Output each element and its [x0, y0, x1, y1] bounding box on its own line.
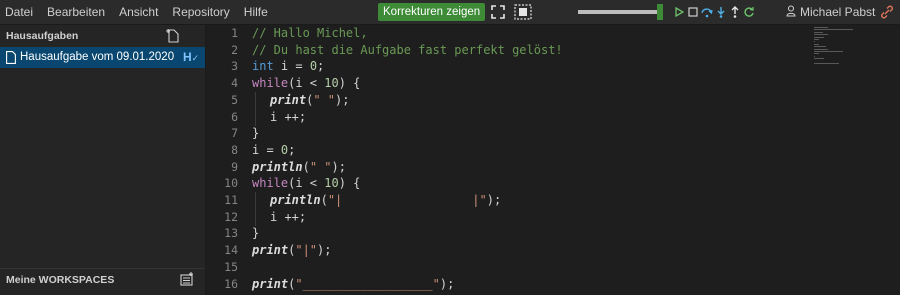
line-number: 6 — [231, 109, 238, 124]
code-text: while(i < 10) { — [252, 76, 361, 91]
code-text: println("| |"); — [252, 192, 501, 209]
code-line[interactable]: 9 println(" "); — [206, 159, 806, 176]
link-icon[interactable] — [879, 3, 895, 21]
speed-slider-fill — [578, 10, 657, 14]
code-text: i ++; — [252, 108, 306, 126]
line-number: 10 — [224, 176, 238, 191]
minimap-line — [814, 39, 819, 40]
code-line[interactable]: 13} — [206, 225, 806, 242]
homework-section-header: Hausaufgaben — [0, 25, 205, 47]
minimap-line — [814, 51, 843, 52]
stop-icon[interactable] — [687, 2, 699, 22]
line-number: 11 — [224, 193, 238, 207]
menu-ansicht[interactable]: Ansicht — [113, 5, 166, 19]
show-corrections-button[interactable]: Korrekturen zeigen — [378, 3, 486, 21]
line-number: 8 — [231, 142, 238, 157]
code-text: int i = 0; — [252, 59, 325, 74]
step-over-icon[interactable] — [701, 2, 713, 22]
code-text: print(" "); — [252, 91, 350, 109]
user-icon — [786, 4, 796, 20]
code-line[interactable]: 1 // Hallo Michel, — [206, 25, 806, 42]
menu-bearbeiten[interactable]: Bearbeiten — [41, 5, 113, 19]
code-line[interactable]: 2 // Du hast die Aufgabe fast perfekt gel… — [206, 42, 806, 59]
line-number: 16 — [224, 276, 238, 291]
line-number: 15 — [224, 259, 238, 274]
minimap-line — [814, 46, 826, 48]
minimap-line — [814, 53, 819, 55]
homework-section-title: Hausaufgaben — [6, 30, 79, 42]
line-number: 4 — [231, 76, 238, 91]
code-line[interactable]: 15 — [206, 259, 806, 276]
screen-capture-icon[interactable] — [514, 2, 532, 22]
play-icon[interactable] — [673, 2, 685, 22]
line-number: 12 — [224, 209, 238, 224]
code-text: i ++; — [252, 208, 306, 226]
menu-datei[interactable]: Datei — [0, 5, 41, 19]
line-number: 3 — [231, 59, 238, 74]
fullscreen-icon[interactable] — [489, 2, 507, 22]
minimap-line — [814, 29, 853, 31]
sidebar: Hausaufgaben Hausaufgabe vom 09.01.2020 … — [0, 25, 206, 295]
menu-hilfe[interactable]: Hilfe — [238, 5, 276, 19]
homework-item-label: Hausaufgabe vom 09.01.2020 — [20, 51, 175, 63]
step-into-icon[interactable] — [715, 2, 727, 22]
code-line[interactable]: 8 i = 0; — [206, 142, 806, 159]
minimap-line — [814, 63, 840, 64]
line-number: 14 — [224, 243, 238, 258]
minimap-line — [814, 34, 828, 36]
menu-repository[interactable]: Repository — [166, 5, 237, 19]
code-text: println(" "); — [252, 159, 346, 174]
minimap-line — [814, 36, 824, 38]
code-line[interactable]: 5 print(" "); — [206, 91, 806, 109]
line-number: 5 — [231, 92, 238, 107]
code-text: // Du hast die Aufgabe fast perfekt gelö… — [252, 42, 563, 57]
code-line[interactable]: 16 print("__________________"); — [206, 276, 806, 293]
line-number: 1 — [231, 26, 238, 40]
user-name: Michael Pabst — [800, 5, 876, 19]
minimap-line — [814, 55, 815, 57]
new-workspace-icon[interactable] — [180, 272, 194, 286]
code-line[interactable]: 4 while(i < 10) { — [206, 75, 806, 92]
code-line[interactable]: 3 int i = 0; — [206, 58, 806, 75]
line-number: 2 — [231, 42, 238, 57]
new-file-icon[interactable] — [166, 28, 180, 44]
code-line[interactable]: 7} — [206, 125, 806, 142]
restart-icon[interactable] — [743, 2, 755, 22]
line-number: 7 — [231, 126, 238, 141]
minimap-line — [814, 27, 829, 28]
code-text: } — [252, 226, 260, 241]
minimap-line — [814, 31, 823, 33]
code-text: while(i < 10) { — [252, 176, 361, 191]
code-text: i = 0; — [252, 142, 296, 157]
line-number: 9 — [231, 159, 238, 174]
code-minimap[interactable] — [814, 27, 854, 67]
speed-slider-handle[interactable] — [657, 4, 663, 20]
code-editor[interactable]: 1 // Hallo Michel, 2 // Du hast die Aufgabe… — [206, 25, 900, 295]
minimap-line — [814, 48, 828, 50]
code-line[interactable]: 11 println("| |"); — [206, 192, 806, 209]
workspaces-section-header: Meine WORKSPACES — [0, 268, 205, 289]
speed-slider-track[interactable] — [578, 10, 662, 14]
code-text: } — [252, 126, 260, 141]
code-text: print("|"); — [252, 243, 332, 258]
homework-status-badge: H✓ — [183, 50, 200, 64]
code-line[interactable]: 10 while(i < 10) { — [206, 175, 806, 192]
workspaces-section-title: Meine WORKSPACES — [6, 274, 115, 286]
minimap-line — [814, 58, 824, 60]
minimap-line — [814, 43, 820, 45]
code-line[interactable]: 14 print("|"); — [206, 242, 806, 259]
code-line[interactable]: 12 i ++; — [206, 208, 806, 226]
code-text: // Hallo Michel, — [252, 26, 368, 40]
user-menu[interactable]: Michael Pabst — [786, 0, 875, 24]
code-line[interactable]: 6 i ++; — [206, 108, 806, 126]
file-icon — [6, 51, 16, 64]
code-text: print("__________________"); — [252, 276, 455, 291]
minimap-line — [814, 41, 815, 43]
step-out-icon[interactable] — [729, 2, 741, 22]
homework-item[interactable]: Hausaufgabe vom 09.01.2020 H✓ — [0, 47, 205, 68]
line-number: 13 — [224, 226, 238, 241]
